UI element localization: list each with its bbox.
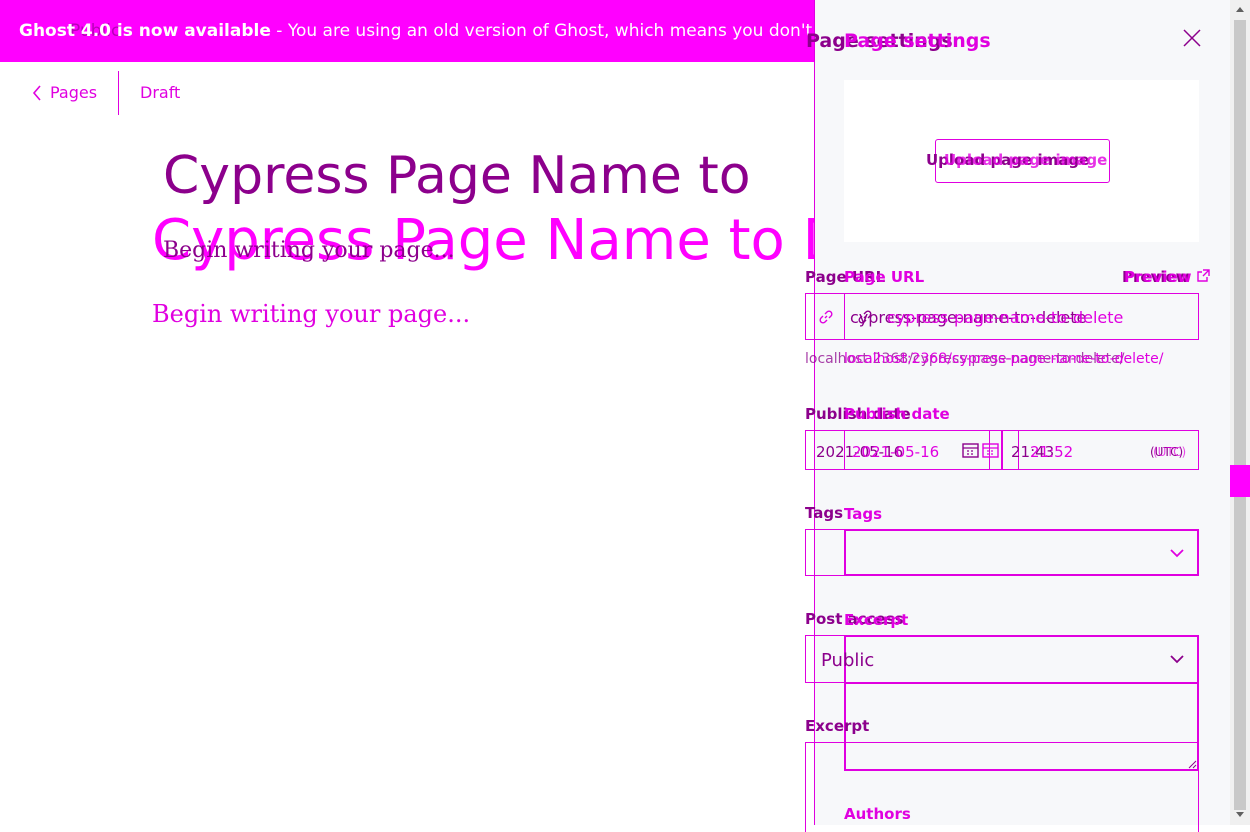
nav-divider bbox=[118, 71, 119, 115]
banner-text: Ghost 4.0 is now available - You are usi… bbox=[19, 0, 815, 62]
chevron-down-icon bbox=[1170, 655, 1184, 664]
external-link-icon bbox=[1197, 269, 1210, 282]
back-to-pages-link[interactable]: Pages bbox=[32, 83, 97, 102]
upload-label: Upload page image bbox=[944, 151, 1108, 169]
scroll-down-icon[interactable] bbox=[1235, 811, 1245, 819]
status-label: Draft bbox=[140, 83, 181, 102]
chevron-left-icon bbox=[32, 84, 41, 101]
back-label: Pages bbox=[50, 83, 98, 102]
timezone-label: (UTC) bbox=[1153, 445, 1187, 459]
calendar-icon[interactable] bbox=[982, 442, 999, 458]
body-editor[interactable]: Begin writing your page... bbox=[152, 300, 470, 328]
scrollbar-thumb[interactable] bbox=[1230, 465, 1250, 497]
publish-date-label: Publish date bbox=[844, 405, 950, 423]
url-hint: localhost:2368/cypress-page-name-to-dele… bbox=[844, 351, 1164, 367]
calendar-icon[interactable] bbox=[962, 442, 979, 458]
slug-input[interactable]: cypress-page-name-to-delete bbox=[887, 308, 1123, 327]
update-banner: Public Ghost 4.0 is now available - You … bbox=[0, 0, 815, 62]
chevron-down-icon bbox=[1170, 549, 1184, 558]
scrollbar[interactable] bbox=[1230, 0, 1250, 825]
excerpt-label-bright: Excerpt bbox=[844, 611, 909, 629]
preview-link[interactable]: Preview bbox=[1124, 268, 1210, 286]
banner-message: - You are using an old version of Ghost,… bbox=[276, 21, 815, 41]
page-url-label: Page URL bbox=[844, 268, 925, 286]
scrollbar-track bbox=[1234, 20, 1246, 810]
tags-label-ghost: Tags bbox=[805, 504, 844, 522]
excerpt-divider bbox=[846, 683, 1197, 684]
excerpt-label: Excerpt bbox=[805, 717, 870, 735]
editor-area: Public Ghost 4.0 is now available - You … bbox=[0, 0, 815, 825]
banner-headline: Ghost 4.0 is now available bbox=[19, 21, 271, 41]
link-icon bbox=[819, 310, 833, 324]
tags-label: Tags bbox=[844, 505, 883, 523]
scroll-up-icon[interactable] bbox=[1235, 5, 1245, 13]
time-value: 21:52 bbox=[1030, 443, 1074, 461]
close-icon[interactable] bbox=[1182, 28, 1202, 48]
authors-label: Authors bbox=[844, 805, 911, 823]
date-value: 2021-05-16 bbox=[852, 443, 940, 461]
settings-title: Page settings bbox=[844, 30, 991, 52]
page-title-ghost: Cypress Page Name to bbox=[163, 146, 751, 206]
tags-input[interactable] bbox=[844, 529, 1199, 576]
body-placeholder-ghost: Begin writing your page... bbox=[163, 238, 455, 263]
preview-label: Preview bbox=[1124, 268, 1192, 286]
editor-nav: Pages Draft bbox=[0, 71, 815, 115]
post-access-value: Public bbox=[821, 650, 875, 671]
